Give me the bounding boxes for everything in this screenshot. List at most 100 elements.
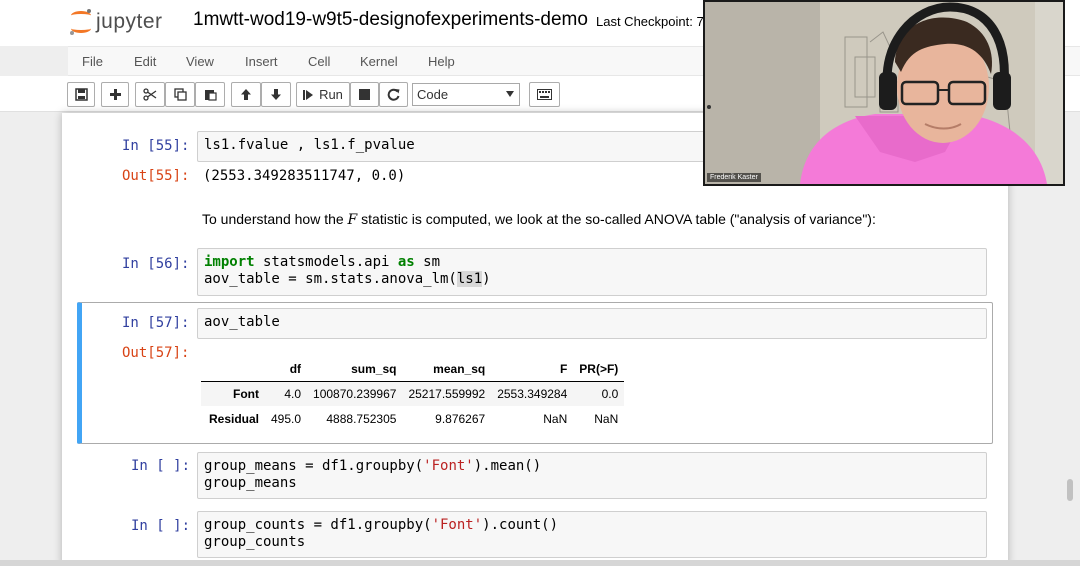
code-string: 'Font' (423, 458, 474, 474)
table-row: Font 4.0 100870.239967 25217.559992 2553… (201, 381, 625, 406)
table-cell: 495.0 (271, 411, 302, 426)
jupyter-notebook-window: jupyter 1mwtt-wod19-w9t5-designofexperim… (0, 0, 1080, 566)
command-palette-button[interactable] (529, 82, 560, 107)
add-cell-icon (109, 89, 121, 100)
menu-cell[interactable]: Cell (308, 54, 330, 69)
code-token: aov_table = sm.stats.anova_lm( (204, 271, 457, 287)
code-token: statsmodels.api (254, 254, 398, 270)
jupyter-logo-icon (70, 9, 92, 35)
md-text-before: To understand how the (202, 211, 348, 227)
table-cell: 100870.239967 (313, 386, 397, 401)
table-cell: NaN (543, 411, 568, 426)
notebook-title[interactable]: 1mwtt-wod19-w9t5-designofexperiments-dem… (193, 9, 588, 31)
column-header: mean_sq (402, 358, 492, 382)
md-text-after: statistic is computed, we look at the so… (357, 211, 876, 227)
insert-cell-button[interactable] (101, 82, 129, 107)
jupyter-logo[interactable]: jupyter (70, 5, 163, 39)
save-icon (74, 88, 88, 101)
table-cell: 4.0 (284, 386, 302, 401)
in-prompt-57: In [57]: (122, 315, 190, 331)
run-label: Run (319, 87, 343, 102)
paste-button[interactable] (195, 82, 225, 107)
in-prompt-empty: In [ ]: (131, 518, 191, 534)
anova-dataframe: df sum_sq mean_sq F PR(>F) Font 4.0 1008… (201, 358, 625, 431)
chevron-down-icon (506, 91, 514, 97)
menu-help[interactable]: Help (428, 54, 455, 69)
table-cell: 25217.559992 (408, 386, 486, 401)
column-header: PR(>F) (573, 358, 625, 382)
code-token: group_means (204, 475, 297, 491)
output-55: (2553.349283511747, 0.0) (203, 168, 406, 184)
stop-icon (359, 89, 370, 100)
code-token: group_means = df1.groupby( (204, 458, 424, 474)
code-token: ) (482, 271, 491, 287)
table-cell: 0.0 (601, 386, 619, 401)
out-prompt-57: Out[57]: (122, 345, 190, 361)
column-header: F (491, 358, 574, 382)
code-input-56[interactable]: import statsmodels.api as sm aov_table =… (197, 248, 987, 296)
move-up-icon (241, 89, 251, 100)
run-button[interactable]: Run (296, 82, 350, 107)
restart-icon (387, 88, 400, 101)
webcam-overlay: Frederik Kaster (703, 0, 1065, 186)
run-icon (303, 89, 314, 100)
restart-button[interactable] (379, 82, 408, 107)
table-cell: 4888.752305 (326, 411, 397, 426)
cut-icon (143, 88, 157, 101)
interrupt-button[interactable] (350, 82, 379, 107)
in-prompt-55: In [55]: (122, 138, 190, 154)
code-line: aov_table (204, 314, 280, 330)
table-cell: 9.876267 (435, 411, 486, 426)
menu-edit[interactable]: Edit (134, 54, 156, 69)
table-cell: NaN (594, 411, 619, 426)
webcam-video-image (705, 2, 1063, 184)
markdown-cell[interactable]: To understand how the F statistic is com… (202, 211, 876, 228)
menu-kernel[interactable]: Kernel (360, 54, 398, 69)
move-up-button[interactable] (231, 82, 261, 107)
logo-text: jupyter (96, 10, 163, 33)
code-keyword: as (397, 254, 415, 270)
column-header: df (265, 358, 308, 382)
table-row: Residual 495.0 4888.752305 9.876267 NaN … (201, 406, 624, 431)
row-index: Residual (208, 411, 259, 426)
cell-type-value: Code (417, 87, 449, 102)
in-prompt-empty: In [ ]: (131, 458, 191, 474)
copy-icon (173, 88, 187, 101)
participant-name-label: Frederik Kaster (707, 173, 761, 182)
code-token: sm (414, 254, 441, 270)
code-keyword: import (204, 254, 255, 270)
code-token: group_counts (204, 534, 306, 550)
code-line: ls1.fvalue , ls1.f_pvalue (204, 137, 415, 153)
out-prompt-55: Out[55]: (122, 168, 190, 184)
bottom-edge (0, 560, 1080, 566)
in-prompt-56: In [56]: (122, 256, 190, 272)
move-down-icon (271, 89, 281, 100)
column-header: sum_sq (307, 358, 403, 382)
cell-type-select[interactable]: Code (412, 83, 520, 106)
md-symbol: F (347, 212, 358, 228)
paste-icon (204, 90, 217, 101)
scrollbar-thumb[interactable] (1067, 479, 1073, 501)
keyboard-icon (537, 89, 552, 100)
copy-button[interactable] (165, 82, 195, 107)
code-input-group-counts[interactable]: group_counts = df1.groupby('Font').count… (197, 511, 987, 558)
row-index: Font (233, 386, 259, 401)
menu-insert[interactable]: Insert (245, 54, 278, 69)
checkpoint-status: Last Checkpoint: 7 (596, 14, 704, 29)
code-input-group-means[interactable]: group_means = df1.groupby('Font').mean()… (197, 452, 987, 499)
table-cell: 2553.349284 (497, 386, 568, 401)
save-button[interactable] (67, 82, 95, 107)
code-token-highlight: ls1 (456, 271, 483, 287)
move-down-button[interactable] (261, 82, 291, 107)
code-token: ).mean() (473, 458, 542, 474)
code-string: 'Font' (431, 517, 483, 533)
cut-button[interactable] (135, 82, 165, 107)
code-token: ).count() (482, 517, 559, 533)
menu-view[interactable]: View (186, 54, 214, 69)
table-header-row: df sum_sq mean_sq F PR(>F) (201, 358, 625, 382)
column-header (201, 358, 265, 382)
menu-file[interactable]: File (82, 54, 103, 69)
code-input-57[interactable]: aov_table (197, 308, 987, 339)
page-scrollbar[interactable] (1064, 113, 1076, 566)
code-token: group_counts = df1.groupby( (204, 517, 432, 533)
